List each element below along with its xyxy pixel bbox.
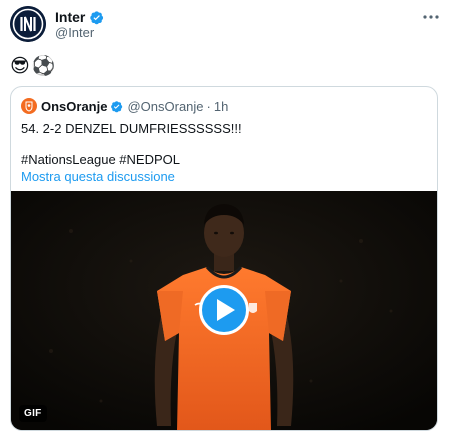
gif-badge: GIF xyxy=(19,405,47,422)
separator-dot: · xyxy=(206,98,211,114)
verified-badge-icon xyxy=(110,100,123,113)
tweet-card[interactable]: Inter @Inter 😎 ⚽ OnsOranje @OnsOranje · … xyxy=(0,0,450,442)
quoted-tweet-time[interactable]: 1h xyxy=(214,99,228,114)
soccer-ball-emoji: ⚽ xyxy=(31,56,56,77)
verified-badge-icon xyxy=(89,10,104,25)
quoted-tweet-text: 54. 2-2 DENZEL DUMFRIESSSSSS!!! xyxy=(21,121,242,136)
play-icon xyxy=(217,299,235,321)
tweet-text: 😎 ⚽ xyxy=(10,55,55,79)
quoted-tweet-header: OnsOranje @OnsOranje · 1h xyxy=(21,97,228,115)
more-options-icon[interactable] xyxy=(420,10,442,24)
quoted-author-name[interactable]: OnsOranje xyxy=(41,99,107,114)
gif-media[interactable]: GIF xyxy=(11,191,437,430)
author-name-row[interactable]: Inter xyxy=(55,9,104,25)
author-info[interactable]: Inter xyxy=(55,9,104,26)
play-button[interactable] xyxy=(199,285,249,335)
sunglasses-emoji: 😎 xyxy=(10,56,30,77)
show-thread-link[interactable]: Mostra questa discussione xyxy=(21,169,175,185)
author-name[interactable]: Inter xyxy=(55,9,85,25)
inter-logo-icon[interactable] xyxy=(10,6,46,42)
knvb-lion-icon[interactable] xyxy=(21,98,37,114)
quoted-author-handle[interactable]: @OnsOranje xyxy=(127,99,203,114)
quoted-tweet[interactable]: OnsOranje @OnsOranje · 1h 54. 2-2 DENZEL… xyxy=(10,86,438,431)
quoted-tweet-hashtags[interactable]: #NationsLeague #NEDPOL xyxy=(21,152,180,168)
author-handle[interactable]: @Inter xyxy=(55,25,94,40)
